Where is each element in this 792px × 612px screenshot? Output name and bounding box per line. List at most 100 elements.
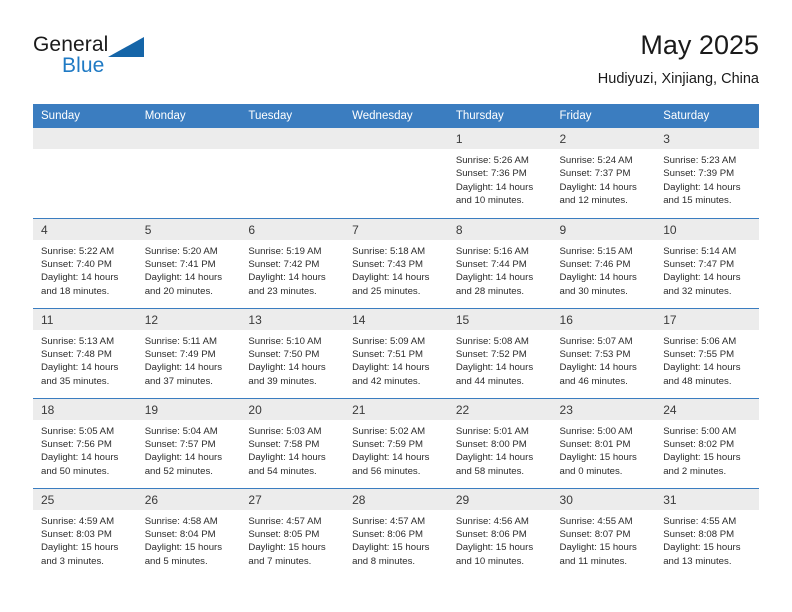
- sunrise-line: Sunrise: 5:23 AM: [663, 155, 737, 166]
- day-number: 31: [655, 488, 759, 510]
- day-details: Sunrise: 5:06 AM Sunset: 7:55 PM Daylight:…: [655, 330, 759, 389]
- calendar-day-cell[interactable]: 1 Sunrise: 5:26 AM Sunset: 7:36 PM Daylight…: [447, 128, 552, 218]
- page-subtitle: Hudiyuzi, Xinjiang, China: [597, 71, 759, 87]
- day-number: 30: [551, 488, 656, 510]
- day-number: 21: [344, 398, 448, 420]
- sunset-line: Sunset: 7:44 PM: [455, 258, 527, 270]
- day-number: 12: [136, 308, 241, 330]
- daylight-line-cont: and 44 minutes.: [455, 375, 525, 387]
- sunset-line: Sunset: 7:49 PM: [144, 348, 216, 360]
- sunrise-line: Sunrise: 5:24 AM: [559, 155, 633, 166]
- day-number: 10: [655, 218, 759, 240]
- day-details: Sunrise: 5:00 AM Sunset: 8:02 PM Daylight:…: [655, 420, 759, 479]
- calendar-page: General Blue May 2025 Hudiyuzi, Xinjiang…: [0, 0, 792, 612]
- sunrise-line: Sunrise: 5:18 AM: [352, 245, 426, 257]
- calendar-day-cell[interactable]: 4 Sunrise: 5:22 AM Sunset: 7:40 PM Daylight…: [33, 217, 137, 308]
- general-blue-logo[interactable]: General Blue: [33, 33, 153, 85]
- sunrise-line: Sunrise: 5:01 AM: [455, 425, 529, 437]
- sunset-line: Sunset: 7:58 PM: [248, 438, 320, 450]
- day-number: [136, 128, 241, 149]
- day-number: 15: [447, 308, 552, 330]
- calendar-day-cell[interactable]: 15 Sunrise: 5:08 AM Sunset: 7:52 PM Dayligh…: [447, 307, 552, 398]
- calendar-day-cell[interactable]: 19 Sunrise: 5:04 AM Sunset: 7:57 PM Dayligh…: [136, 397, 241, 488]
- calendar-day-cell[interactable]: 8 Sunrise: 5:16 AM Sunset: 7:44 PM Daylight…: [447, 217, 552, 308]
- sunrise-line: Sunrise: 4:56 AM: [455, 515, 529, 527]
- calendar-day-cell[interactable]: 26 Sunrise: 4:58 AM Sunset: 8:04 PM Dayligh…: [136, 487, 241, 578]
- daylight-line-cont: and 13 minutes.: [663, 555, 732, 567]
- calendar-day-cell[interactable]: 20 Sunrise: 5:03 AM Sunset: 7:58 PM Dayligh…: [240, 397, 345, 488]
- calendar-day-cell[interactable]: 7 Sunrise: 5:18 AM Sunset: 7:43 PM Daylight…: [344, 217, 448, 308]
- weekday-header-sunday: Sunday: [33, 104, 137, 128]
- calendar-grid: Sunday Monday Tuesday Wednesday Thursday Frid…: [33, 104, 759, 578]
- calendar-day-cell[interactable]: 11 Sunrise: 5:13 AM Sunset: 7:48 PM Dayligh…: [33, 307, 137, 398]
- sunrise-line: Sunrise: 5:04 AM: [144, 425, 218, 437]
- calendar-day-cell[interactable]: 12 Sunrise: 5:11 AM Sunset: 7:49 PM Dayligh…: [136, 307, 241, 398]
- day-number: [33, 128, 137, 149]
- calendar-cell-empty: [136, 128, 241, 218]
- day-details: [344, 149, 448, 154]
- daylight-line-cont: and 7 minutes.: [248, 555, 312, 567]
- day-details: Sunrise: 5:01 AM Sunset: 8:00 PM Daylight:…: [448, 420, 552, 479]
- daylight-line: Daylight: 14 hours: [144, 452, 223, 464]
- sunset-line: Sunset: 7:40 PM: [41, 258, 112, 270]
- daylight-line: Daylight: 14 hours: [559, 181, 637, 193]
- daylight-line: Daylight: 15 hours: [559, 542, 637, 554]
- day-number: 17: [655, 308, 759, 330]
- sunset-line: Sunset: 7:48 PM: [41, 348, 112, 360]
- sunset-line: Sunset: 7:36 PM: [455, 168, 527, 180]
- daylight-line-cont: and 18 minutes.: [41, 285, 110, 297]
- sunrise-line: Sunrise: 5:26 AM: [455, 155, 529, 166]
- calendar-day-cell[interactable]: 2 Sunrise: 5:24 AM Sunset: 7:37 PM Daylight…: [551, 128, 656, 218]
- calendar-day-cell[interactable]: 27 Sunrise: 4:57 AM Sunset: 8:05 PM Dayligh…: [240, 487, 345, 578]
- daylight-line-cont: and 20 minutes.: [144, 285, 213, 297]
- calendar-day-cell[interactable]: 13 Sunrise: 5:10 AM Sunset: 7:50 PM Dayligh…: [240, 307, 345, 398]
- calendar-day-cell[interactable]: 17 Sunrise: 5:06 AM Sunset: 7:55 PM Dayligh…: [655, 307, 759, 398]
- day-details: Sunrise: 5:18 AM Sunset: 7:43 PM Daylight:…: [344, 240, 448, 299]
- calendar-day-cell[interactable]: 23 Sunrise: 5:00 AM Sunset: 8:01 PM Dayligh…: [551, 397, 656, 488]
- calendar-day-cell[interactable]: 10 Sunrise: 5:14 AM Sunset: 7:47 PM Dayligh…: [655, 217, 759, 308]
- daylight-line: Daylight: 14 hours: [663, 272, 741, 284]
- weekday-header-monday: Monday: [136, 104, 241, 128]
- sunrise-line: Sunrise: 5:03 AM: [248, 425, 322, 437]
- daylight-line: Daylight: 14 hours: [144, 362, 223, 374]
- day-details: Sunrise: 5:13 AM Sunset: 7:48 PM Daylight:…: [33, 330, 137, 389]
- sunrise-line: Sunrise: 5:15 AM: [559, 245, 633, 257]
- day-details: Sunrise: 5:10 AM Sunset: 7:50 PM Daylight:…: [240, 330, 344, 389]
- sunset-line: Sunset: 7:46 PM: [559, 258, 631, 270]
- calendar-day-cell[interactable]: 21 Sunrise: 5:02 AM Sunset: 7:59 PM Dayligh…: [344, 397, 448, 488]
- calendar-day-cell[interactable]: 25 Sunrise: 4:59 AM Sunset: 8:03 PM Dayligh…: [33, 487, 137, 578]
- day-details: Sunrise: 5:22 AM Sunset: 7:40 PM Daylight:…: [33, 240, 137, 299]
- calendar-day-cell[interactable]: 30 Sunrise: 4:55 AM Sunset: 8:07 PM Dayligh…: [551, 487, 656, 578]
- daylight-line: Daylight: 14 hours: [559, 272, 637, 284]
- calendar-day-cell[interactable]: 22 Sunrise: 5:01 AM Sunset: 8:00 PM Dayligh…: [447, 397, 552, 488]
- calendar-day-cell[interactable]: 9 Sunrise: 5:15 AM Sunset: 7:46 PM Daylight…: [551, 217, 656, 308]
- calendar-day-cell[interactable]: 24 Sunrise: 5:00 AM Sunset: 8:02 PM Dayligh…: [655, 397, 759, 488]
- sunrise-line: Sunrise: 4:55 AM: [559, 515, 633, 527]
- day-details: Sunrise: 4:58 AM Sunset: 8:04 PM Daylight:…: [137, 510, 241, 569]
- calendar-day-cell[interactable]: 18 Sunrise: 5:05 AM Sunset: 7:56 PM Dayligh…: [33, 397, 137, 488]
- daylight-line: Daylight: 15 hours: [144, 542, 223, 554]
- sunset-line: Sunset: 8:06 PM: [455, 528, 527, 540]
- daylight-line: Daylight: 15 hours: [663, 542, 741, 554]
- calendar-day-cell[interactable]: 16 Sunrise: 5:07 AM Sunset: 7:53 PM Dayligh…: [551, 307, 656, 398]
- calendar-day-cell[interactable]: 14 Sunrise: 5:09 AM Sunset: 7:51 PM Dayligh…: [344, 307, 448, 398]
- daylight-line-cont: and 23 minutes.: [248, 285, 317, 297]
- day-details: Sunrise: 4:55 AM Sunset: 8:07 PM Daylight:…: [552, 510, 656, 569]
- day-number: 4: [33, 218, 137, 240]
- daylight-line: Daylight: 14 hours: [559, 362, 637, 374]
- daylight-line-cont: and 39 minutes.: [248, 375, 317, 387]
- calendar-day-cell[interactable]: 31 Sunrise: 4:55 AM Sunset: 8:08 PM Dayligh…: [655, 487, 759, 578]
- day-number: 19: [136, 398, 241, 420]
- daylight-line: Daylight: 14 hours: [455, 452, 534, 464]
- day-number: 7: [344, 218, 448, 240]
- calendar-day-cell[interactable]: 29 Sunrise: 4:56 AM Sunset: 8:06 PM Dayligh…: [447, 487, 552, 578]
- daylight-line-cont: and 58 minutes.: [455, 465, 525, 477]
- daylight-line: Daylight: 15 hours: [663, 452, 741, 464]
- weekday-header-wednesday: Wednesday: [344, 104, 448, 128]
- calendar-day-cell[interactable]: 6 Sunrise: 5:19 AM Sunset: 7:42 PM Daylight…: [240, 217, 345, 308]
- sunset-line: Sunset: 8:08 PM: [663, 528, 735, 540]
- calendar-day-cell[interactable]: 28 Sunrise: 4:57 AM Sunset: 8:06 PM Dayligh…: [344, 487, 448, 578]
- calendar-day-cell[interactable]: 5 Sunrise: 5:20 AM Sunset: 7:41 PM Daylight…: [136, 217, 241, 308]
- sunrise-line: Sunrise: 4:59 AM: [41, 515, 115, 527]
- calendar-day-cell[interactable]: 3 Sunrise: 5:23 AM Sunset: 7:39 PM Daylight…: [655, 128, 759, 218]
